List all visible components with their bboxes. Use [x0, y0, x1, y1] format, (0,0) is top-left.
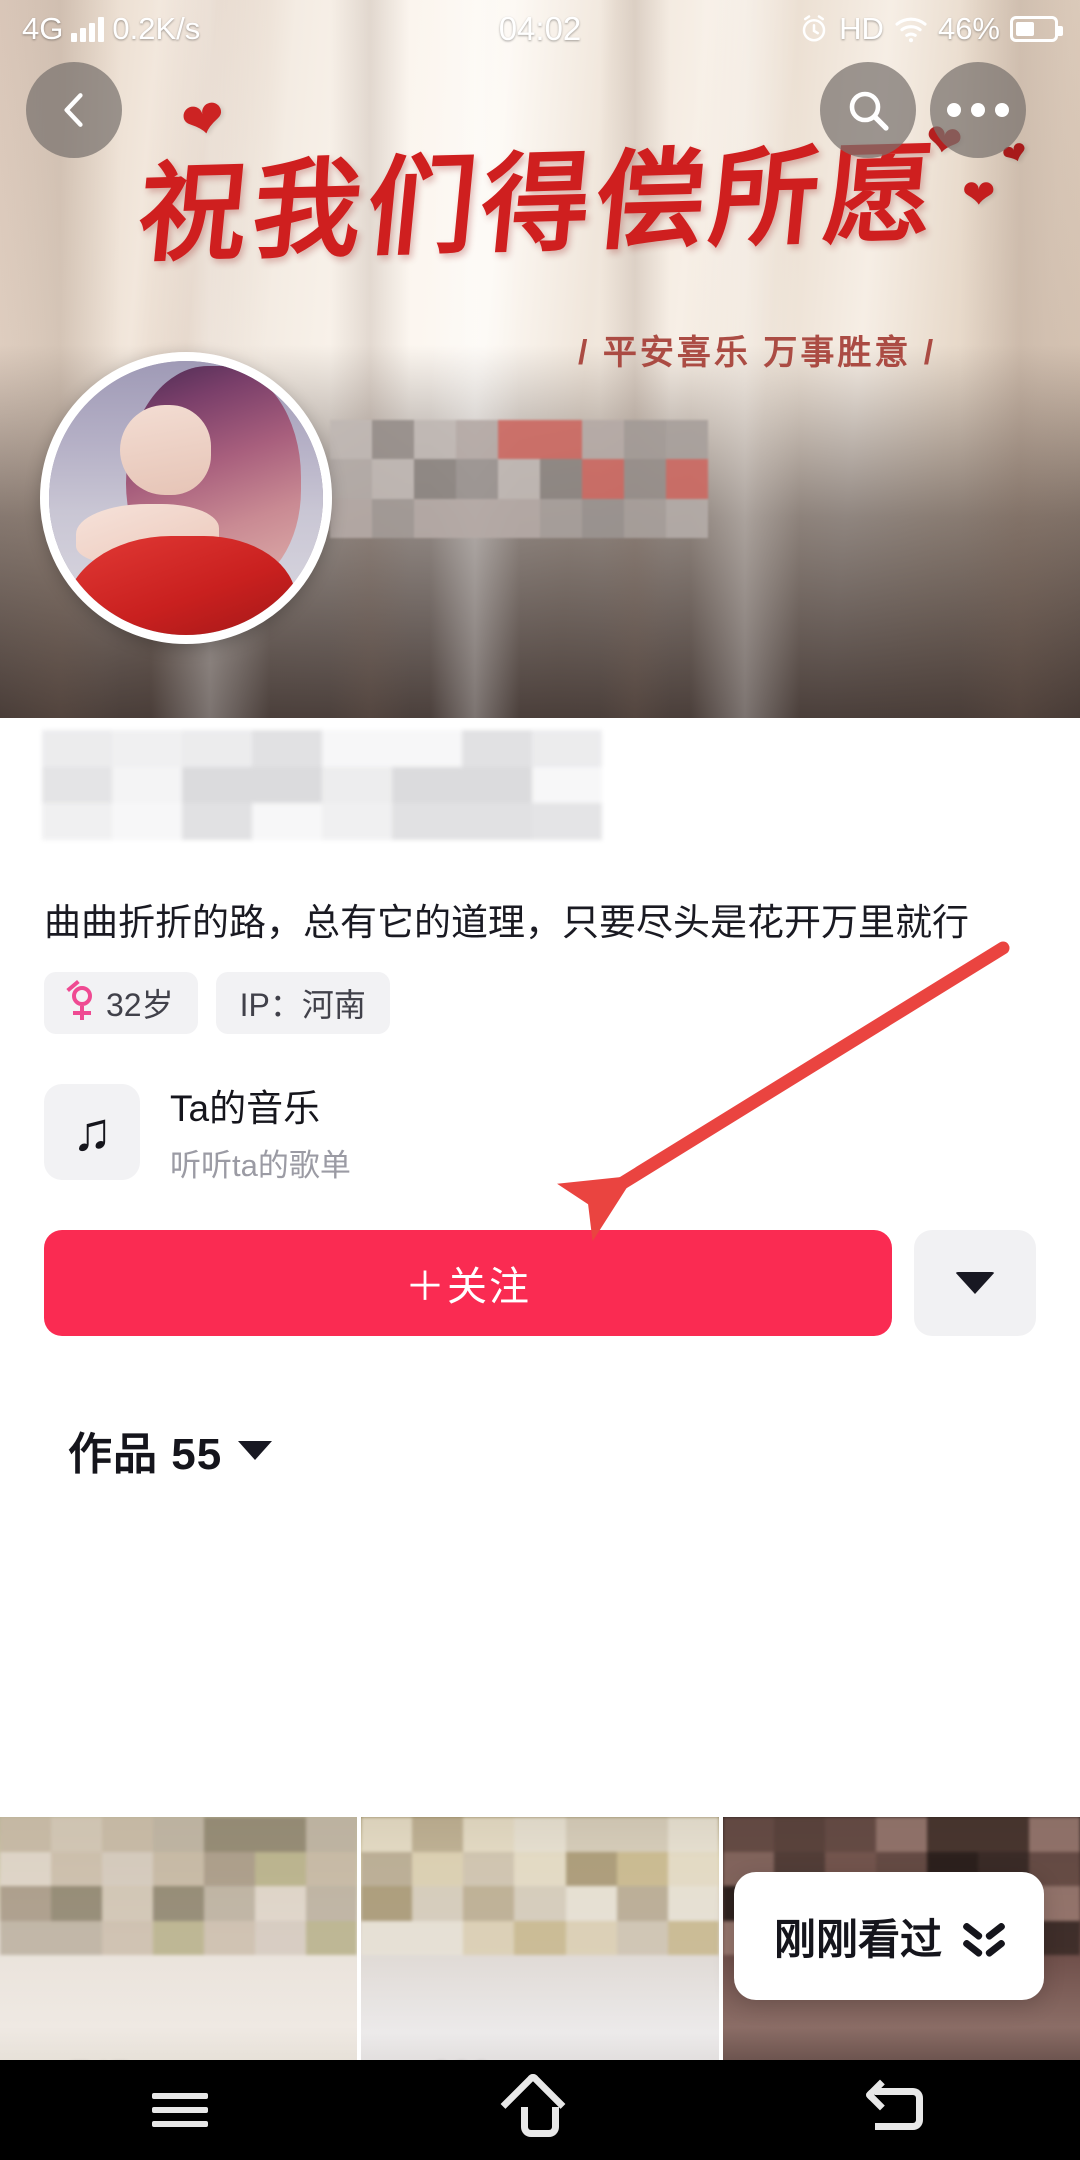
profile-tags: 32岁 IP：河南 — [44, 972, 390, 1034]
follow-button[interactable]: ＋关注 — [44, 1230, 892, 1336]
alarm-icon — [802, 15, 826, 42]
back-icon — [864, 2079, 933, 2140]
android-nav-bar — [0, 2060, 1080, 2160]
double-chevron-down-icon — [964, 1919, 1004, 1953]
music-title: Ta的音乐 — [170, 1088, 321, 1129]
ip-location-tag: IP：河南 — [215, 972, 390, 1034]
just-viewed-label: 刚刚看过 — [773, 1915, 942, 1963]
search-icon — [849, 91, 889, 131]
nickname-censored — [330, 420, 708, 538]
music-subtitle: 听听ta的歌单 — [170, 1148, 351, 1183]
ta-music-entry[interactable]: ♫ Ta的音乐 听听ta的歌单 — [44, 1078, 351, 1185]
back-nav-button[interactable] — [720, 2079, 1080, 2140]
phone-screen: ❤ ❤ ❤ ❤ 祝我们得偿所愿 / 平安喜乐 万事胜意 / 4G 0.2K/s … — [0, 0, 1080, 2160]
battery-percent-label: 46% — [937, 11, 1000, 46]
works-label: 作品 55 — [68, 1430, 223, 1479]
home-icon — [500, 2071, 573, 2143]
avatar[interactable] — [40, 352, 332, 644]
triangle-down-icon — [955, 1272, 995, 1294]
hd-label: HD — [839, 11, 884, 46]
home-button[interactable] — [360, 2071, 720, 2143]
profile-bio: 曲曲折折的路，总有它的道理，只要尽头是花开万里就行 — [44, 902, 969, 943]
age-tag: 32岁 — [44, 972, 198, 1034]
status-bar: 4G 0.2K/s 04:02 HD 46% — [0, 0, 1080, 58]
female-gender-icon — [66, 979, 94, 1020]
music-note-icon: ♫ — [44, 1083, 140, 1180]
recents-button[interactable] — [0, 2085, 360, 2135]
triangle-down-icon — [238, 1440, 273, 1460]
back-button[interactable] — [26, 62, 122, 158]
heart-icon: ❤ — [962, 173, 996, 217]
menu-icon — [152, 2085, 208, 2135]
works-tab[interactable]: 作品 55 — [68, 1418, 273, 1482]
banner-title: 祝我们得偿所愿 — [132, 130, 946, 278]
action-button-row: ＋关注 — [44, 1230, 1036, 1336]
avatar-image — [49, 361, 323, 635]
more-dots-icon — [947, 103, 1009, 117]
banner-subtitle: / 平安喜乐 万事胜意 / — [578, 334, 937, 372]
more-options-button[interactable] — [930, 62, 1026, 158]
ip-location-label: IP：河南 — [239, 987, 366, 1023]
battery-icon — [1010, 16, 1063, 42]
just-viewed-pill[interactable]: 刚刚看过 — [733, 1872, 1044, 2000]
follow-dropdown-button[interactable] — [914, 1230, 1036, 1336]
search-button[interactable] — [820, 62, 916, 158]
wifi-icon — [895, 17, 927, 43]
age-tag-label: 32岁 — [106, 987, 174, 1023]
chevron-left-icon — [64, 93, 83, 127]
username-censored — [42, 730, 602, 840]
